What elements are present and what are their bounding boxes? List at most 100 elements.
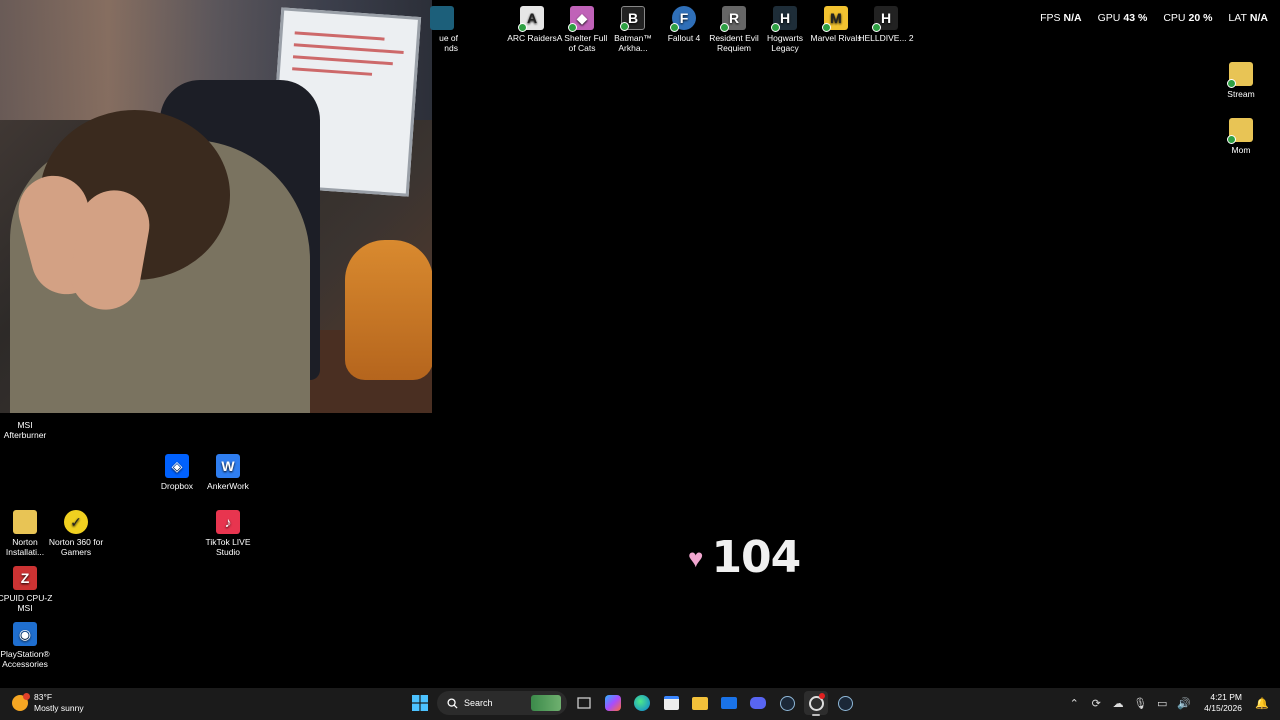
icon-label: MSI Afterburner (3, 420, 47, 440)
taskbar-app-discord[interactable] (746, 691, 770, 715)
desktop-icon-fallout4[interactable]: F Fallout 4 (656, 6, 712, 43)
icon-label: Mom (1231, 145, 1251, 155)
gamepad-icon: ◉ (13, 622, 37, 646)
cpu-stat: CPU 20 % (1163, 12, 1213, 24)
desktop-icon-helldivers[interactable]: H HELLDIVE... 2 (858, 6, 914, 43)
search-label: Search (464, 698, 493, 708)
desktop-icon-playstation-accessories[interactable]: ◉ PlayStation® Accessories (0, 622, 53, 669)
desktop-icon-resident-evil[interactable]: R Resident Evil Requiem (706, 6, 762, 53)
icon-label: Dropbox (160, 481, 194, 491)
icon-label: ARC Raiders (507, 33, 557, 43)
weather-temp: 83°F (34, 692, 53, 702)
microphone-icon[interactable]: 🎙 (1132, 691, 1148, 715)
steam-icon (837, 695, 853, 711)
recording-dot-icon (819, 693, 825, 699)
folder-icon (692, 696, 708, 710)
icon-label: TikTok LIVE Studio (205, 537, 251, 557)
clock-time: 4:21 PM (1210, 692, 1242, 702)
icon-label: Fallout 4 (667, 33, 701, 43)
taskbar-app-store[interactable] (659, 691, 683, 715)
system-tray: ⌃ ⟳ ☁ 🎙 ▭ 🔊 4:21 PM 4/15/2026 🔔 (1066, 691, 1270, 715)
taskbar-app-edge[interactable] (630, 691, 654, 715)
cpu-z-icon: Z (13, 566, 37, 590)
marvel-rivals-icon: M (822, 6, 848, 32)
sun-icon (12, 693, 30, 711)
taskbar-app-mail[interactable] (717, 691, 741, 715)
desktop-icon-mom-folder[interactable]: Mom (1213, 118, 1269, 155)
start-button[interactable] (408, 691, 432, 715)
task-view-button[interactable] (572, 691, 596, 715)
desktop-icon-arc-raiders[interactable]: A ARC Raiders (504, 6, 560, 43)
network-icon[interactable]: ▭ (1154, 691, 1170, 715)
edge-icon (634, 695, 650, 711)
heart-count: 104 (711, 532, 801, 583)
clock-date: 4/15/2026 (1204, 703, 1242, 713)
batman-icon: B (620, 6, 645, 31)
taskbar-app-copilot[interactable] (601, 691, 625, 715)
desktop-icon-batman[interactable]: B Batman™ Arkha... (605, 6, 661, 53)
weather-text: 83°F Mostly sunny (34, 692, 84, 714)
desktop-icon-ankerwork[interactable]: W AnkerWork (200, 454, 256, 491)
desktop-icon-marvel-rivals[interactable]: M Marvel Rivals (808, 6, 864, 43)
taskbar-clock[interactable]: 4:21 PM 4/15/2026 (1204, 692, 1242, 714)
taskbar-apps: Search (408, 691, 857, 716)
volume-icon[interactable]: 🔊 (1176, 691, 1192, 715)
icon-label: Norton 360 for Gamers (48, 537, 104, 557)
arc-raiders-icon: A (518, 6, 544, 32)
mail-icon (721, 697, 737, 709)
icon-label: Stream (1227, 89, 1255, 99)
taskbar: 83°F Mostly sunny Search ⌃ ⟳ ☁ 🎙 ▭ 🔊 4:2… (0, 688, 1280, 720)
search-highlight-image (531, 695, 561, 711)
icon-label: CPUID CPU-Z MSI (0, 593, 53, 613)
desktop-icon-tiktok-live[interactable]: ♪ TikTok LIVE Studio (200, 510, 256, 557)
tiktok-icon: ♪ (216, 510, 240, 534)
icon-label: ue of nds (439, 33, 458, 53)
icon-label: HELLDIVE... 2 (858, 33, 914, 43)
cat-icon: ◆ (568, 6, 594, 32)
folder-icon (13, 510, 37, 534)
taskbar-app-file-explorer[interactable] (688, 691, 712, 715)
desktop-icon-norton-360[interactable]: ✓ Norton 360 for Gamers (48, 510, 104, 557)
folder-icon (1227, 118, 1253, 144)
desktop-icon-dropbox[interactable]: ◈ Dropbox (149, 454, 205, 491)
icon-label: A Shelter Full of Cats (556, 33, 608, 53)
folder-icon (1227, 62, 1253, 88)
notification-bell-icon[interactable]: 🔔 (1254, 691, 1270, 715)
heart-icon: ♥ (688, 542, 704, 573)
weather-widget[interactable]: 83°F Mostly sunny (12, 692, 84, 714)
lat-stat: LAT N/A (1228, 12, 1268, 24)
taskbar-app-obs[interactable] (804, 691, 828, 716)
gpu-stat: GPU 43 % (1097, 12, 1148, 24)
icon-label: Hogwarts Legacy (767, 33, 803, 53)
desktop-icon-stream-folder[interactable]: Stream (1213, 62, 1269, 99)
ankerwork-icon: W (216, 454, 240, 478)
icon-label: Batman™ Arkha... (614, 33, 652, 53)
show-hidden-icons-chevron-icon[interactable]: ⌃ (1066, 691, 1082, 715)
sync-icon[interactable]: ⟳ (1088, 691, 1104, 715)
fps-stat: FPS N/A (1040, 12, 1082, 24)
windows-icon (412, 695, 428, 711)
helldivers-icon: H (872, 6, 898, 32)
copilot-icon (605, 695, 621, 711)
taskbar-search[interactable]: Search (437, 691, 567, 715)
store-icon (663, 696, 679, 710)
desktop-icon-hogwarts[interactable]: H Hogwarts Legacy (757, 6, 813, 53)
search-icon (447, 697, 458, 709)
dropbox-icon: ◈ (165, 454, 189, 478)
taskbar-app-steam[interactable] (775, 691, 799, 715)
desktop-icon-msi-afterburner[interactable]: MSI Afterburner (0, 414, 53, 440)
league-icon (430, 6, 454, 30)
desktop-icon-shelter-cats[interactable]: ◆ A Shelter Full of Cats (554, 6, 610, 53)
icon-label: Norton Installati... (5, 537, 45, 557)
heart-counter: ♥ 104 (688, 532, 801, 583)
fallout-icon: F (670, 6, 696, 32)
desktop-icon-league[interactable]: ue of nds (408, 6, 458, 53)
taskbar-app-steam-2[interactable] (833, 691, 857, 715)
cloud-icon[interactable]: ☁ (1110, 691, 1126, 715)
icon-label: AnkerWork (207, 481, 249, 491)
desktop-icon-cpu-z[interactable]: Z CPUID CPU-Z MSI (0, 566, 53, 613)
icon-label: Resident Evil Requiem (709, 33, 759, 53)
active-app-indicator (812, 714, 820, 716)
desktop-icon-norton-installer[interactable]: Norton Installati... (0, 510, 53, 557)
icon-label: PlayStation® Accessories (0, 649, 50, 669)
